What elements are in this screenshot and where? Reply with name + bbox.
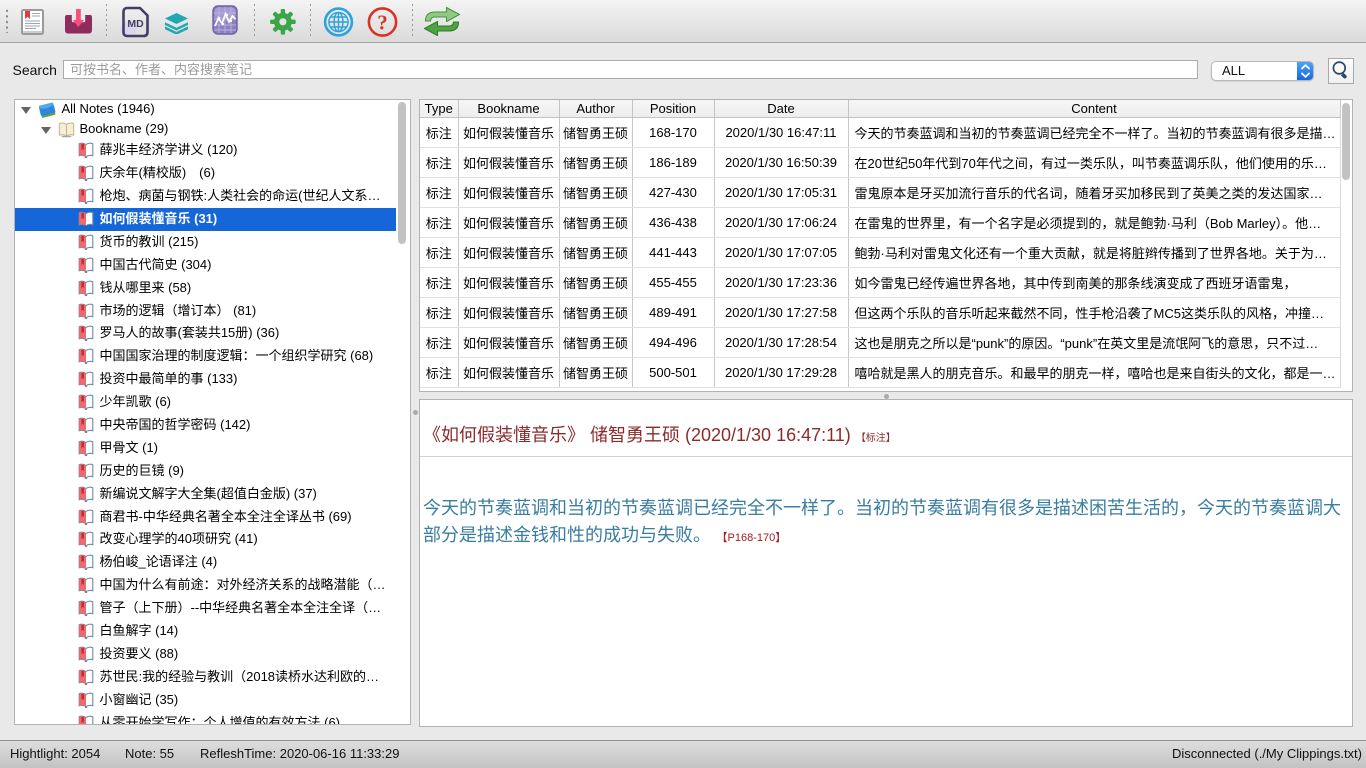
svg-text:MD: MD bbox=[127, 18, 144, 30]
svg-text:?: ? bbox=[377, 11, 388, 35]
